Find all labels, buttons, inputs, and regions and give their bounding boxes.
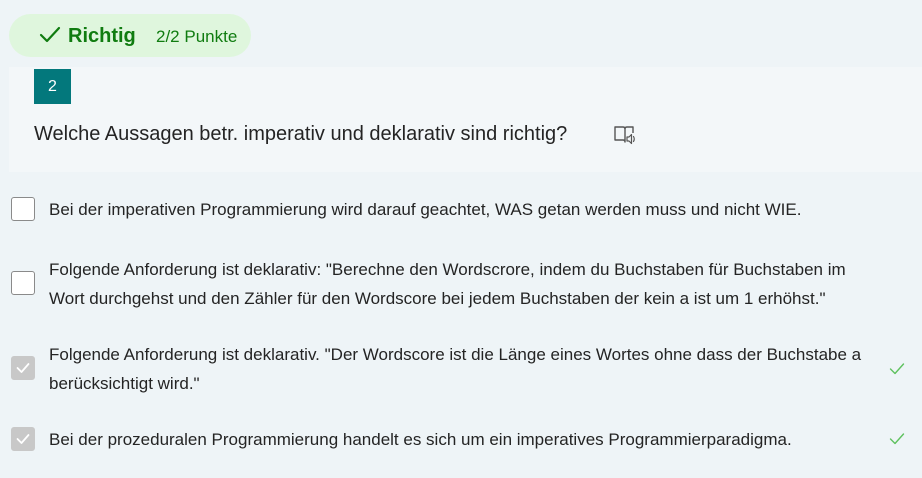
correct-check-icon — [889, 363, 905, 375]
question-text: Welche Aussagen betr. imperativ und dekl… — [34, 123, 568, 145]
answer-text: Folgende Anforderung ist deklarativ. "De… — [49, 345, 862, 393]
result-badge: Richtig 2/2 Punkte — [9, 14, 251, 57]
question-card: 2 Welche Aussagen betr. imperativ und de… — [9, 67, 922, 172]
result-score: 2/2 Punkte — [156, 27, 238, 46]
question-number: 2 — [34, 69, 71, 104]
checkmark-icon — [39, 26, 61, 43]
answer-text: Bei der prozeduralen Programmierung hand… — [49, 430, 792, 449]
answer-checkbox-checked[interactable] — [11, 427, 35, 451]
checkbox-check-icon — [16, 434, 30, 444]
result-status: Richtig — [68, 25, 136, 47]
answer-checkbox[interactable] — [11, 197, 35, 221]
correct-check-icon — [889, 433, 905, 445]
answer-checkbox[interactable] — [11, 271, 35, 295]
checkbox-check-icon — [16, 363, 30, 373]
answer-text: Bei der imperativen Programmierung wird … — [49, 200, 802, 219]
immersive-reader-icon[interactable] — [613, 124, 637, 146]
answer-checkbox-checked[interactable] — [11, 356, 35, 380]
answer-text: Folgende Anforderung ist deklarativ: "Be… — [49, 260, 846, 308]
